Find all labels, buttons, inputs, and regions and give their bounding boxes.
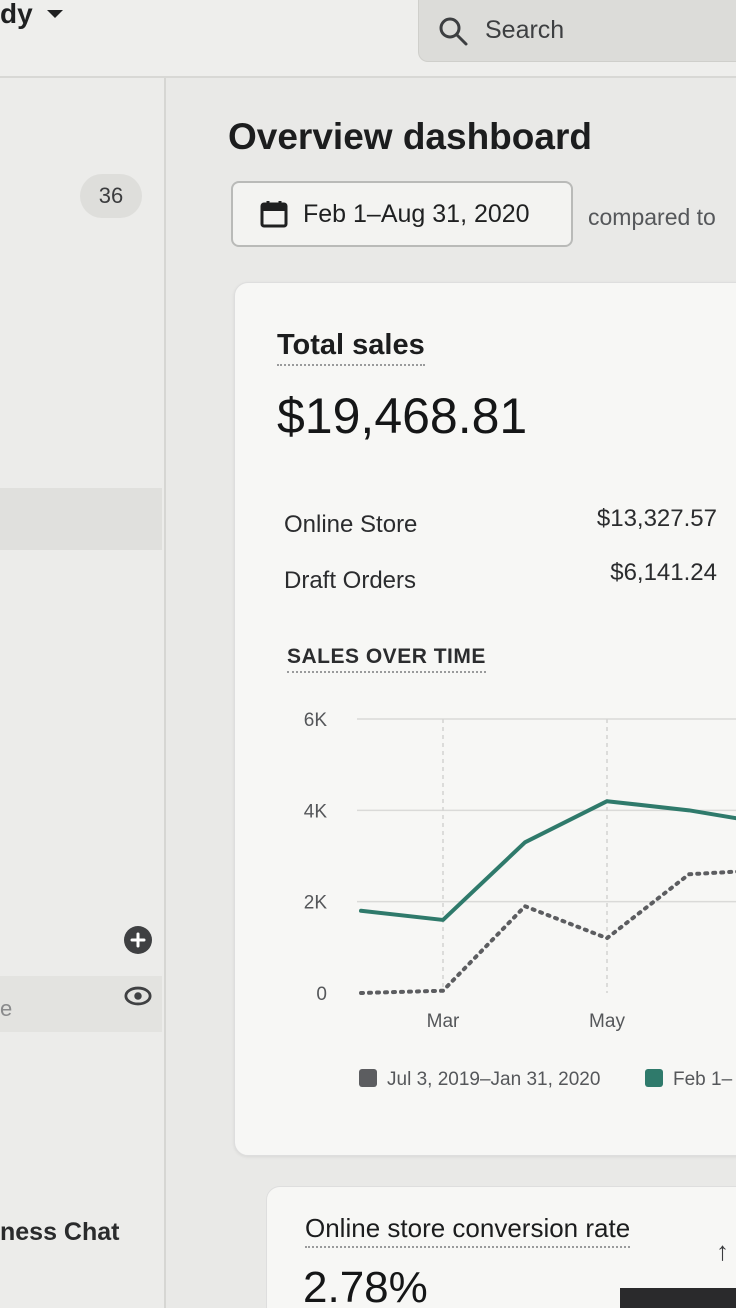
- y-tick-label: 2K: [304, 893, 328, 914]
- date-range-button[interactable]: Feb 1–Aug 31, 2020: [231, 181, 573, 247]
- page-title: Overview dashboard: [228, 116, 592, 157]
- screen-bezel: [620, 1288, 736, 1308]
- card-title[interactable]: Total sales: [277, 329, 425, 366]
- total-sales-value: $19,468.81: [277, 388, 528, 444]
- search-icon: [439, 17, 468, 45]
- sidebar-item-chat[interactable]: ness Chat: [0, 1218, 119, 1247]
- compare-range-button[interactable]: compared to: [588, 204, 716, 231]
- eye-icon[interactable]: [124, 982, 152, 1010]
- sales-over-time-chart: 6K 4K 2K 0 Mar May Jul 3, 2019–Jan 31, 2020 Feb…: [304, 710, 736, 1090]
- legend-swatch: [645, 1069, 663, 1087]
- conversion-rate-value: 2.78%: [303, 1263, 428, 1308]
- arrow-up-icon: ↑: [716, 1236, 729, 1266]
- total-sales-card: Total sales $19,468.81 Online Store $13,…: [234, 282, 736, 1156]
- sidebar-item-label: e: [0, 996, 13, 1021]
- legend-label: Feb 1–: [673, 1069, 733, 1090]
- chevron-down-icon: [46, 10, 63, 18]
- top-bar: dy: [0, 0, 736, 78]
- breakdown-value: $13,327.57: [596, 505, 717, 532]
- y-tick-label: 0: [316, 984, 327, 1005]
- breakdown-label: Online Store: [284, 511, 418, 538]
- search-input[interactable]: [485, 16, 705, 45]
- chart-title[interactable]: SALES OVER TIME: [287, 645, 486, 673]
- sidebar: 36 e ness Chat: [0, 78, 166, 1308]
- y-tick-label: 6K: [304, 710, 328, 731]
- store-name: dy: [0, 0, 33, 29]
- series-line: [359, 869, 736, 995]
- calendar-icon: [260, 201, 288, 228]
- search-bar[interactable]: [418, 0, 736, 62]
- x-tick-label: May: [589, 1011, 625, 1032]
- add-channel-icon[interactable]: [124, 926, 152, 954]
- breakdown-label: Draft Orders: [284, 567, 417, 594]
- orders-count-badge: 36: [80, 174, 142, 218]
- legend-swatch: [359, 1069, 377, 1087]
- legend-label: Jul 3, 2019–Jan 31, 2020: [387, 1069, 600, 1090]
- store-switcher[interactable]: dy: [0, 0, 63, 30]
- breakdown-value: $6,141.24: [610, 559, 717, 586]
- sidebar-item-analytics[interactable]: [0, 488, 162, 550]
- card-title[interactable]: Online store conversion rate: [305, 1213, 631, 1248]
- y-tick-label: 4K: [304, 801, 328, 822]
- x-tick-label: Mar: [427, 1011, 460, 1032]
- date-range-label: Feb 1–Aug 31, 2020: [303, 199, 530, 228]
